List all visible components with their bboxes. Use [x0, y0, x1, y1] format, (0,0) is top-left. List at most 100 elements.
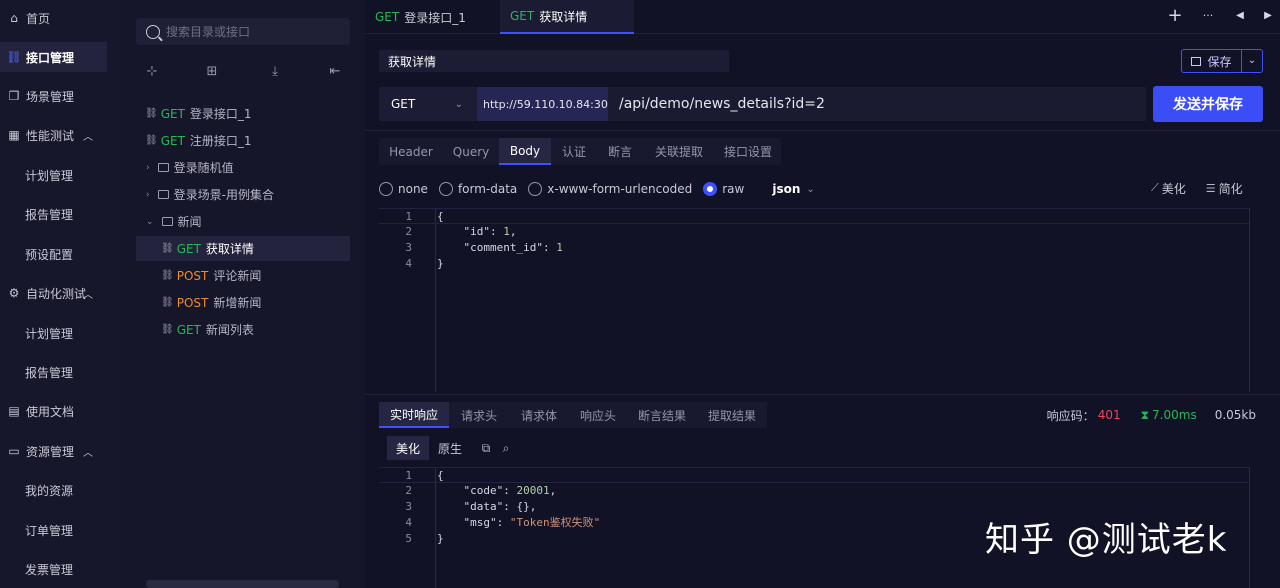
- nav-item-10[interactable]: ▤ 使用文档: [0, 396, 121, 426]
- tree-api-item[interactable]: ⛓ POST 新增新闻: [136, 290, 350, 315]
- nav-item-3[interactable]: ▦ 性能测试 ︿: [0, 120, 121, 150]
- tab-get-details[interactable]: GET 获取详情: [500, 0, 634, 34]
- nav-item-label: 我的资源: [25, 483, 74, 498]
- response-tab-5[interactable]: 提取结果: [697, 402, 767, 428]
- request-tab-1[interactable]: Query: [443, 138, 499, 165]
- response-tab-2[interactable]: 请求体: [509, 402, 569, 428]
- tree-folder[interactable]: › 登录场景-用例集合: [136, 182, 350, 207]
- response-scrollbar[interactable]: [1249, 467, 1250, 588]
- left-nav: ⌂ 首页 ⛓ 接口管理 ❐ 场景管理 ▦ 性能测试 ︿ 计划管理 报告管理 预设配置 ⚙ 自动化测试 ︿ 计划…: [0, 0, 121, 588]
- simplify-button[interactable]: ☰ 简化: [1206, 180, 1243, 196]
- tree-folder[interactable]: › 登录随机值: [136, 155, 350, 180]
- tree-api-item[interactable]: ⛓ GET 注册接口_1: [136, 128, 350, 153]
- chevron-right-icon: ›: [146, 189, 150, 200]
- nav-item-2[interactable]: ❐ 场景管理: [0, 81, 121, 111]
- tree-toolbar: ⊹ ⊞ ⤓ ⇤: [141, 64, 351, 82]
- method-value: GET: [391, 97, 416, 111]
- prev-tab-button[interactable]: ◀: [1228, 5, 1252, 27]
- tree-folder[interactable]: ⌄ 新闻: [136, 209, 350, 234]
- response-tab-4[interactable]: 断言结果: [627, 402, 697, 428]
- nav-item-label: 计划管理: [25, 168, 74, 183]
- path-input[interactable]: /api/demo/news_details?id=2: [619, 87, 825, 121]
- response-tab-0[interactable]: 实时响应: [379, 402, 449, 428]
- tree-search-box[interactable]: [136, 18, 350, 45]
- send-and-save-button[interactable]: 发送并保存: [1153, 86, 1263, 122]
- search-icon[interactable]: ⌕: [497, 439, 515, 457]
- nav-item-12[interactable]: 我的资源: [0, 475, 121, 505]
- chevron-down-icon: ⌄: [454, 98, 463, 110]
- tree-api-item[interactable]: ⛓ GET 获取详情: [136, 236, 350, 261]
- request-tab-6[interactable]: 接口设置: [715, 138, 781, 165]
- import-icon[interactable]: ⤓: [267, 64, 283, 80]
- nav-item-8[interactable]: 计划管理: [0, 318, 121, 348]
- tree-api-item[interactable]: ⛓ POST 评论新闻: [136, 263, 350, 288]
- nav-item-label: 场景管理: [26, 89, 75, 104]
- radio-icon: [703, 182, 718, 196]
- body-type-raw[interactable]: raw: [703, 182, 744, 196]
- view-tab-raw[interactable]: 原生: [429, 436, 471, 460]
- save-button[interactable]: 保存: [1182, 50, 1242, 72]
- line-number: 1: [405, 210, 412, 223]
- chevron-up-icon: ︿: [83, 131, 93, 143]
- response-tab-1[interactable]: 请求头: [449, 402, 509, 428]
- chevron-up-icon: ︿: [83, 289, 93, 301]
- collapse-icon[interactable]: ⇤: [327, 64, 343, 80]
- url-bar: GET ⌄ http://59.110.10.84:3000 /api/demo…: [379, 87, 1146, 121]
- http-method: POST: [176, 295, 209, 310]
- next-tab-button[interactable]: ▶: [1256, 5, 1280, 27]
- nav-item-label: 首页: [26, 11, 51, 26]
- tree-search-input[interactable]: [166, 24, 346, 39]
- code-text: "code": 20001,: [437, 484, 557, 497]
- nav-item-0[interactable]: ⌂ 首页: [0, 3, 121, 33]
- request-tab-5[interactable]: 关联提取: [643, 138, 715, 165]
- http-method: GET: [176, 241, 201, 256]
- nav-item-4[interactable]: 计划管理: [0, 160, 121, 190]
- tree-api-item[interactable]: ⛓ GET 登录接口_1: [136, 101, 350, 126]
- view-tab-beautify[interactable]: 美化: [387, 436, 429, 460]
- request-tab-0[interactable]: Header: [379, 138, 443, 165]
- save-dropdown-button[interactable]: ⌄: [1242, 50, 1262, 72]
- hourglass-icon: ⧗: [1140, 407, 1150, 422]
- body-type-none[interactable]: none: [379, 182, 428, 196]
- add-api-icon[interactable]: ⊹: [144, 64, 160, 80]
- nav-item-label: 接口管理: [26, 50, 75, 65]
- code-text: {: [437, 469, 444, 482]
- nav-item-13[interactable]: 订单管理: [0, 515, 121, 545]
- copy-icon[interactable]: ⧉: [477, 439, 495, 457]
- save-button-group: 保存 ⌄: [1181, 49, 1263, 73]
- more-button[interactable]: ···: [1196, 5, 1220, 27]
- chevron-down-icon: ⌄: [1247, 55, 1257, 66]
- request-tab-3[interactable]: 认证: [551, 138, 597, 165]
- nav-item-7[interactable]: ⚙ 自动化测试 ︿: [0, 278, 121, 308]
- tree-item-label: 登录接口_1: [189, 107, 252, 121]
- host-field[interactable]: http://59.110.10.84:3000: [477, 87, 608, 121]
- editor-scrollbar[interactable]: [1249, 208, 1250, 392]
- tree-scrollbar[interactable]: [146, 580, 339, 588]
- body-type-x-www-form-urlencoded[interactable]: x-www-form-urlencoded: [528, 182, 692, 196]
- tab-login-api[interactable]: GET 登录接口_1: [365, 0, 497, 34]
- request-tab-4[interactable]: 断言: [597, 138, 643, 165]
- code-text: "msg": "Token鉴权失败": [437, 516, 601, 529]
- request-tab-2[interactable]: Body: [499, 138, 551, 165]
- nav-item-11[interactable]: ▭ 资源管理 ︿: [0, 436, 121, 466]
- nav-item-9[interactable]: 报告管理: [0, 357, 121, 387]
- beautify-button[interactable]: ⟋ 美化: [1151, 180, 1186, 196]
- nav-item-14[interactable]: 发票管理: [0, 554, 121, 584]
- request-name-input[interactable]: [379, 50, 729, 72]
- method-select[interactable]: GET ⌄: [379, 87, 475, 121]
- nav-item-6[interactable]: 预设配置: [0, 239, 121, 269]
- code-line: 4}: [379, 256, 1250, 272]
- add-folder-icon[interactable]: ⊞: [204, 64, 220, 80]
- add-tab-button[interactable]: +: [1163, 5, 1187, 27]
- nav-item-5[interactable]: 报告管理: [0, 199, 121, 229]
- chart-icon: ▦: [8, 128, 20, 142]
- response-tabs: 实时响应 请求头 请求体 响应头 断言结果 提取结果: [379, 402, 767, 428]
- nav-item-1[interactable]: ⛓ 接口管理: [0, 42, 107, 72]
- nav-item-label: 资源管理: [26, 444, 75, 459]
- response-tab-3[interactable]: 响应头: [569, 402, 627, 428]
- body-type-form-data[interactable]: form-data: [438, 182, 517, 196]
- request-body-editor[interactable]: 1{2 "id": 1, 3 "comment_id": 1 4}: [379, 208, 1250, 392]
- tree-api-item[interactable]: ⛓ GET 新闻列表: [136, 317, 350, 342]
- line-number: 5: [405, 532, 412, 545]
- format-select[interactable]: json ⌄: [772, 182, 814, 196]
